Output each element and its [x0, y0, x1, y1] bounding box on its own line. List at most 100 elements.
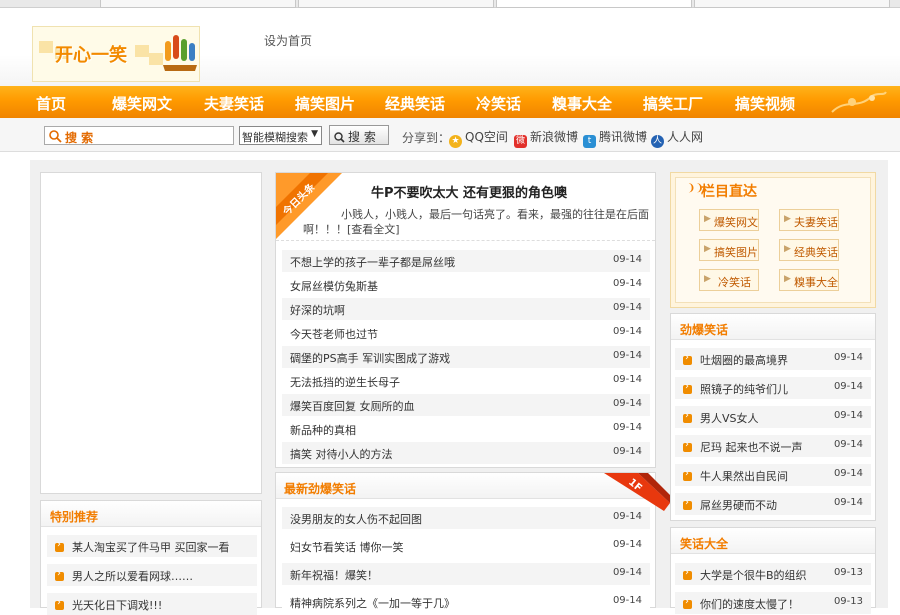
list-item-title: 男人之所以爱看网球……: [72, 570, 193, 583]
list-item-date: 09-14: [833, 497, 863, 508]
search-bar: 搜 索 智能模糊搜索 ▼ 搜 索 分享到： ★ QQ空间 微新浪微博 t 腾讯微博 …: [0, 118, 900, 152]
column-link-label: 夫妻笑话: [794, 216, 838, 229]
share-renren-label: 人人网: [667, 130, 704, 144]
nav-item-classic-jokes[interactable]: 经典笑话: [385, 93, 445, 114]
search-icon: [334, 132, 345, 143]
share-tencent-weibo-label: 腾讯微博: [599, 130, 648, 144]
search-mode-value: 智能模糊搜索: [242, 131, 308, 144]
nav-item-home[interactable]: 首页: [36, 93, 66, 114]
list-item-title: 不想上学的孩子一辈子都是屌丝哦: [290, 256, 455, 269]
list-item-date: 09-14: [833, 439, 863, 450]
list-item[interactable]: 碉堡的PS高手 军训实图成了游戏 09-14: [282, 346, 650, 368]
column-link[interactable]: ▶ 搞笑图片: [699, 239, 759, 261]
list-item[interactable]: 牛人果然出自民间 09-14: [675, 464, 871, 486]
list-item[interactable]: 男人VS女人 09-14: [675, 406, 871, 428]
list-item[interactable]: 某人淘宝买了件马甲 买回家一看: [47, 535, 257, 557]
special-recommend-panel: 特别推荐 某人淘宝买了件马甲 买回家一看 男人之所以爱看网球…… 光天化日下调戏…: [40, 500, 262, 615]
floral-decoration-icon: [831, 91, 887, 113]
list-item-title: 爆笑百度回复 女厕所的血: [290, 400, 415, 413]
list-item-date: 09-14: [612, 374, 642, 385]
headline-title[interactable]: 牛P不要吹太大 还有更狠的角色噢: [371, 182, 567, 201]
arrow-right-icon: ▶: [704, 274, 711, 284]
arrow-right-icon: ▶: [784, 274, 791, 284]
list-item[interactable]: 光天化日下调戏!!!: [47, 593, 257, 615]
set-home-link[interactable]: 设为首页: [264, 32, 312, 49]
list-item-date: 09-14: [612, 302, 642, 313]
list-item[interactable]: 不想上学的孩子一辈子都是屌丝哦 09-14: [282, 250, 650, 272]
list-item[interactable]: 新品种的真相 09-14: [282, 418, 650, 440]
hands-icon: [163, 35, 197, 71]
list-item-title: 你们的速度太慢了！: [700, 598, 799, 611]
list-item[interactable]: 妇女节看笑话 博你一笑 09-14: [282, 535, 650, 557]
search-icon: [49, 130, 62, 143]
browser-tab[interactable]: [298, 0, 494, 8]
list-item[interactable]: 今天苍老师也过节 09-14: [282, 322, 650, 344]
bullet-icon: [683, 567, 692, 580]
logo-text: 开心一笑: [55, 45, 127, 66]
list-item-date: 09-14: [612, 511, 642, 522]
search-button-label: 搜 索: [348, 130, 376, 144]
list-item-title: 某人淘宝买了件马甲 买回家一看: [72, 541, 230, 554]
share-renren[interactable]: 人人人网: [651, 128, 703, 148]
list-item[interactable]: 搞笑 对待小人的方法 09-14: [282, 442, 650, 464]
browser-tab[interactable]: [694, 0, 890, 8]
nav-item-funny-pictures[interactable]: 搞笑图片: [295, 93, 355, 114]
list-item-date: 09-14: [833, 468, 863, 479]
column-link[interactable]: ▶ 冷笑话: [699, 269, 759, 291]
nav-item-web-jokes[interactable]: 爆笑网文: [112, 93, 172, 114]
list-item[interactable]: 爆笑百度回复 女厕所的血 09-14: [282, 394, 650, 416]
list-item[interactable]: 照镜子的纯爷们儿 09-14: [675, 377, 871, 399]
column-link[interactable]: ▶ 经典笑话: [779, 239, 839, 261]
share-tencent-weibo[interactable]: t 腾讯微博: [583, 128, 647, 148]
list-item[interactable]: 你们的速度太慢了！ 09-13: [675, 592, 871, 614]
nav-item-couple-jokes[interactable]: 夫妻笑话: [204, 93, 264, 114]
nav-item-funny-videos[interactable]: 搞笑视频: [735, 93, 795, 114]
list-item[interactable]: 新年祝福！爆笑！ 09-14: [282, 563, 650, 585]
list-item[interactable]: 尼玛 起来也不说一声 09-14: [675, 435, 871, 457]
share-qzone[interactable]: ★ QQ空间: [449, 128, 508, 148]
tencent-weibo-icon: t: [583, 135, 596, 148]
left-ad-panel: [40, 172, 262, 494]
column-link-label: 经典笑话: [794, 246, 838, 259]
list-item[interactable]: 精神病院系列之《一加一等于几》 09-14: [282, 591, 650, 613]
search-button[interactable]: 搜 索: [329, 125, 389, 145]
share-sina-weibo-label: 新浪微博: [530, 130, 579, 144]
list-item-title: 精神病院系列之《一加一等于几》: [290, 597, 455, 610]
browser-tab-active[interactable]: [496, 0, 692, 8]
column-link[interactable]: ▶ 糗事大全: [779, 269, 839, 291]
list-item-title: 吐烟圈的最高境界: [700, 354, 788, 367]
list-item[interactable]: 屌丝男硬而不动 09-14: [675, 493, 871, 515]
bullet-icon: [55, 568, 64, 581]
list-item[interactable]: 大学是个很牛B的组织 09-13: [675, 563, 871, 585]
share-sina-weibo[interactable]: 微新浪微博: [514, 128, 578, 148]
column-link-label: 冷笑话: [718, 276, 751, 289]
browser-tab[interactable]: [100, 0, 296, 8]
nav-item-cold-jokes[interactable]: 冷笑话: [476, 93, 521, 114]
arrow-right-icon: ▶: [784, 214, 791, 224]
search-mode-select[interactable]: 智能模糊搜索 ▼: [239, 126, 322, 145]
list-item-date: 09-14: [612, 350, 642, 361]
list-item[interactable]: 女屌丝模仿兔斯基 09-14: [282, 274, 650, 296]
list-item[interactable]: 男人之所以爱看网球……: [47, 564, 257, 586]
list-item[interactable]: 好深的坑啊 09-14: [282, 298, 650, 320]
nav-item-funny-factory[interactable]: 搞笑工厂: [643, 93, 703, 114]
column-link[interactable]: ▶ 夫妻笑话: [779, 209, 839, 231]
nav-item-embarrassing-stories[interactable]: 糗事大全: [552, 93, 612, 114]
site-logo[interactable]: 开心一笑: [32, 26, 200, 82]
chevron-down-icon: ▼: [311, 129, 318, 139]
column-link-label: 爆笑网文: [714, 216, 758, 229]
hot-jokes-panel: 劲爆笑话 吐烟圈的最高境界 09-14 照镜子的纯爷们儿 09-14 男人VS女人 0…: [670, 313, 876, 521]
search-input[interactable]: 搜 索: [44, 126, 234, 145]
renren-icon: 人: [651, 135, 664, 148]
weibo-icon: 微: [514, 135, 527, 148]
list-item[interactable]: 没男朋友的女人伤不起回图 09-14: [282, 507, 650, 529]
column-link[interactable]: ▶ 爆笑网文: [699, 209, 759, 231]
list-item-title: 尼玛 起来也不说一声: [700, 441, 803, 454]
main-content: 特别推荐 某人淘宝买了件马甲 买回家一看 男人之所以爱看网球…… 光天化日下调戏…: [30, 160, 888, 615]
bullet-icon: [683, 381, 692, 394]
list-item[interactable]: 无法抵挡的逆生长母子 09-14: [282, 370, 650, 392]
list-item-title: 碉堡的PS高手 军训实图成了游戏: [290, 352, 451, 365]
headline-read-more[interactable]: 啊！！！[查看全文]: [303, 221, 400, 237]
list-item-date: 09-14: [612, 422, 642, 433]
list-item[interactable]: 吐烟圈的最高境界 09-14: [675, 348, 871, 370]
